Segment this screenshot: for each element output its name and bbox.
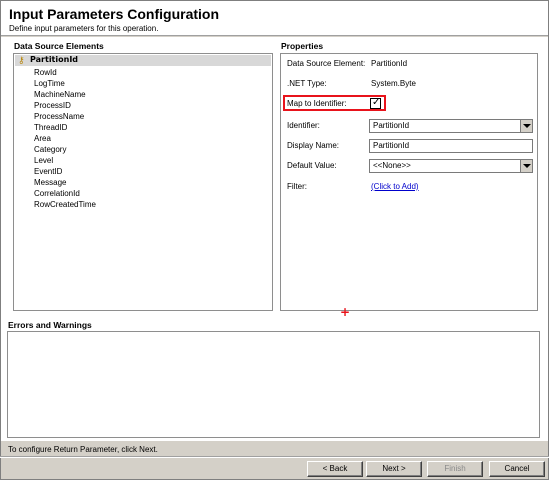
tree-item-processname[interactable]: ProcessName xyxy=(34,112,84,121)
display-name-label: Display Name: xyxy=(287,141,340,150)
filter-label: Filter: xyxy=(287,182,307,191)
finish-button[interactable]: Finish xyxy=(427,461,483,477)
display-name-input[interactable]: PartitionId xyxy=(369,139,533,153)
chevron-down-icon xyxy=(523,124,531,128)
map-to-identifier-checkbox[interactable]: ✓ xyxy=(370,97,381,109)
identifier-label: Identifier: xyxy=(287,121,320,130)
data-source-element-value: PartitionId xyxy=(371,59,408,68)
tree-item-message[interactable]: Message xyxy=(34,178,66,187)
map-to-identifier-label: Map to Identifier: xyxy=(287,99,347,108)
tree-item-machinename[interactable]: MachineName xyxy=(34,90,86,99)
chevron-down-icon xyxy=(523,164,531,168)
tree-item-label: PartitionId xyxy=(30,55,79,64)
identifier-dropdown-button[interactable] xyxy=(520,120,532,132)
tree-item-threadid[interactable]: ThreadID xyxy=(34,123,67,132)
tree-item-processid[interactable]: ProcessID xyxy=(34,101,71,110)
footer-hint: To configure Return Parameter, click Nex… xyxy=(8,445,158,454)
errors-list[interactable] xyxy=(7,331,540,438)
default-value-value: <<None>> xyxy=(373,161,411,170)
tree-item-correlationid[interactable]: CorrelationId xyxy=(34,189,80,198)
tree-item-logtime[interactable]: LogTime xyxy=(34,79,65,88)
properties-title: Properties xyxy=(281,41,324,51)
tree-item-eventid[interactable]: EventID xyxy=(34,167,62,176)
cancel-button[interactable]: Cancel xyxy=(489,461,545,477)
identifier-dropdown[interactable]: PartitionId xyxy=(369,119,533,133)
page-subtitle: Define input parameters for this operati… xyxy=(9,24,159,33)
wizard-header: Input Parameters Configuration Define in… xyxy=(1,1,548,36)
next-button[interactable]: Next > xyxy=(366,461,422,477)
tree-item-partitionid[interactable]: ⚷ PartitionId xyxy=(15,55,271,66)
tree-item-category[interactable]: Category xyxy=(34,145,66,154)
net-type-label: .NET Type: xyxy=(287,79,327,88)
key-icon: ⚷ xyxy=(18,56,25,66)
tree-item-level[interactable]: Level xyxy=(34,156,53,165)
default-value-label: Default Value: xyxy=(287,161,337,170)
properties-panel: Data Source Element: PartitionId .NET Ty… xyxy=(280,53,538,311)
identifier-value: PartitionId xyxy=(373,121,410,130)
filter-add-link[interactable]: (Click to Add) xyxy=(371,182,419,191)
data-source-tree[interactable]: ⚷ PartitionId RowId LogTime MachineName … xyxy=(13,53,273,311)
tree-item-rowid[interactable]: RowId xyxy=(34,68,57,77)
cursor-crosshair-icon: + xyxy=(340,305,351,319)
default-value-dropdown[interactable]: <<None>> xyxy=(369,159,533,173)
tree-item-rowcreatedtime[interactable]: RowCreatedTime xyxy=(34,200,96,209)
page-title: Input Parameters Configuration xyxy=(9,6,220,22)
checkmark-icon: ✓ xyxy=(372,97,381,108)
default-value-dropdown-button[interactable] xyxy=(520,160,532,172)
data-source-element-label: Data Source Element: xyxy=(287,59,366,68)
back-button[interactable]: < Back xyxy=(307,461,363,477)
data-source-title: Data Source Elements xyxy=(14,41,104,51)
net-type-value: System.Byte xyxy=(371,79,416,88)
footer-separator-highlight xyxy=(0,457,549,458)
display-name-value: PartitionId xyxy=(373,141,410,150)
tree-item-area[interactable]: Area xyxy=(34,134,51,143)
errors-title: Errors and Warnings xyxy=(8,320,92,330)
